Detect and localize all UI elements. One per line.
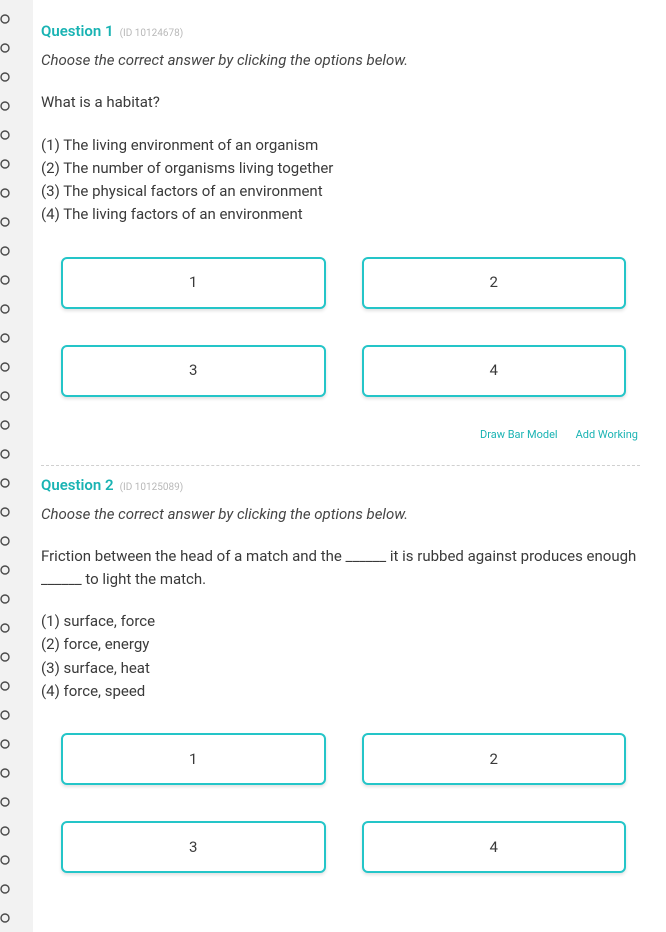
spiral-ring-icon [0,555,33,584]
spiral-ring-icon [0,700,33,729]
option-button-1[interactable]: 1 [61,733,326,785]
question-text: Friction between the head of a match and… [41,545,640,590]
spiral-ring-icon [0,178,33,207]
question-block: Question 1 (ID 10124678) Choose the corr… [41,12,640,465]
spiral-ring-icon [0,236,33,265]
page-wrapper: Question 1 (ID 10124678) Choose the corr… [0,0,666,932]
choice-item: (3) The physical factors of an environme… [41,180,640,203]
spiral-ring-icon [0,62,33,91]
add-working-link[interactable]: Add Working [576,427,638,444]
question-id: (ID 10125089) [120,480,184,495]
spiral-ring-icon [0,787,33,816]
choice-list: (1) surface, force (2) force, energy (3)… [41,610,640,703]
main-content: Question 1 (ID 10124678) Choose the corr… [33,0,666,932]
question-block: Question 2 (ID 10125089) Choose the corr… [41,466,640,899]
choice-item: (2) force, energy [41,633,640,656]
spiral-ring-icon [0,816,33,845]
spiral-ring-icon [0,352,33,381]
question-instruction: Choose the correct answer by clicking th… [41,49,640,72]
spiral-ring-icon [0,323,33,352]
draw-bar-model-link[interactable]: Draw Bar Model [480,427,558,444]
spiral-ring-icon [0,526,33,555]
spiral-ring-icon [0,468,33,497]
option-button-2[interactable]: 2 [362,257,627,309]
spiral-ring-icon [0,874,33,903]
spiral-ring-icon [0,729,33,758]
choice-item: (4) The living factors of an environment [41,203,640,226]
option-button-3[interactable]: 3 [61,821,326,873]
spiral-ring-icon [0,91,33,120]
spiral-ring-icon [0,149,33,178]
question-title: Question 2 [41,474,114,497]
spiral-ring-icon [0,120,33,149]
option-button-3[interactable]: 3 [61,345,326,397]
spiral-ring-icon [0,410,33,439]
option-button-4[interactable]: 4 [362,345,627,397]
spiral-ring-icon [0,497,33,526]
spiral-ring-icon [0,294,33,323]
question-header: Question 2 (ID 10125089) [41,474,640,497]
spiral-ring-icon [0,207,33,236]
option-button-2[interactable]: 2 [362,733,627,785]
option-grid: 1 2 3 4 [41,733,640,873]
choice-item: (2) The number of organisms living toget… [41,157,640,180]
spiral-ring-icon [0,33,33,62]
spiral-ring-icon [0,758,33,787]
question-text: What is a habitat? [41,91,640,114]
option-button-1[interactable]: 1 [61,257,326,309]
option-button-4[interactable]: 4 [362,821,627,873]
spiral-ring-icon [0,584,33,613]
choice-item: (3) surface, heat [41,657,640,680]
spiral-ring-icon [0,265,33,294]
spiral-ring-icon [0,4,33,33]
question-id: (ID 10124678) [120,26,184,41]
choice-item: (1) surface, force [41,610,640,633]
choice-item: (1) The living environment of an organis… [41,134,640,157]
question-header: Question 1 (ID 10124678) [41,20,640,43]
option-grid: 1 2 3 4 [41,257,640,397]
spiral-ring-icon [0,845,33,874]
question-title: Question 1 [41,20,114,43]
action-row: Draw Bar Model Add Working [41,427,640,450]
spiral-ring-icon [0,381,33,410]
choice-item: (4) force, speed [41,680,640,703]
spiral-ring-icon [0,642,33,671]
spiral-ring-icon [0,671,33,700]
question-instruction: Choose the correct answer by clicking th… [41,503,640,526]
spiral-binding [0,0,33,932]
spiral-ring-icon [0,613,33,642]
spiral-ring-icon [0,439,33,468]
choice-list: (1) The living environment of an organis… [41,134,640,227]
